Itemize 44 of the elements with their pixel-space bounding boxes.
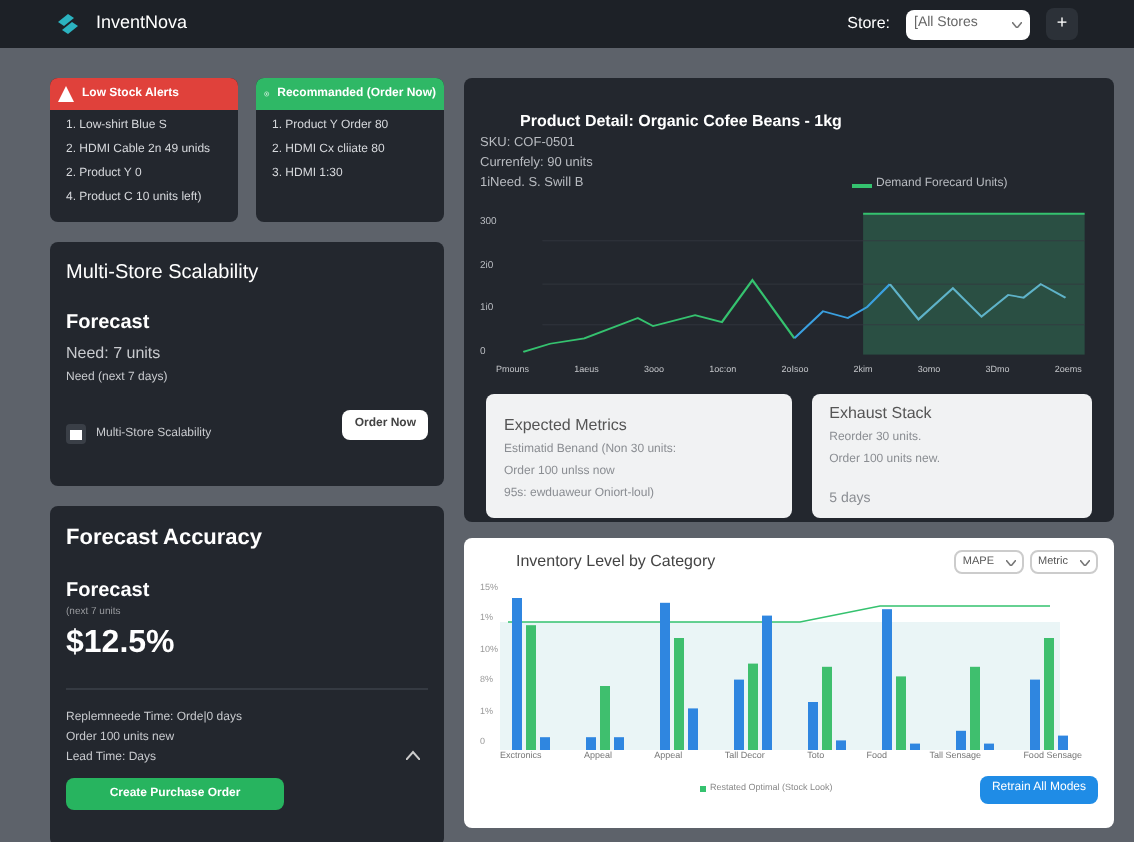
- card-title: Multi-Store Scalability: [66, 260, 261, 288]
- product-title: Product Detail: Organic Cofee Beans - 1kg: [520, 110, 844, 134]
- category-bar: [674, 638, 684, 750]
- inventory-title: Inventory Level by Category: [516, 550, 716, 574]
- warning-icon: [58, 86, 74, 102]
- check-circle-icon: [264, 86, 270, 102]
- category-bar: [1044, 638, 1054, 750]
- metric-title: Exhaust Stack: [829, 402, 934, 426]
- category-bar: [822, 666, 832, 750]
- store-label: Store:: [847, 12, 890, 36]
- card-subtitle: Forecast: [66, 310, 152, 338]
- card-title: Forecast Accuracy: [66, 524, 265, 554]
- category-bar: [984, 743, 994, 750]
- category-bar: [956, 730, 966, 750]
- accuracy-value: $12.5%: [66, 624, 177, 664]
- category-bar: [808, 702, 818, 750]
- chevron-down-icon: [1080, 559, 1090, 565]
- category-bar: [540, 737, 550, 750]
- logo-icon: [56, 12, 80, 36]
- category-bar: [688, 708, 698, 750]
- chevron-down-icon: [1012, 21, 1022, 27]
- brand-name: InventNova: [96, 10, 188, 37]
- category-bar: [882, 609, 892, 750]
- metric-title: Expected Metrics: [504, 414, 629, 438]
- store-icon: [66, 424, 86, 444]
- category-bar: [586, 737, 596, 750]
- category-bar: [526, 625, 536, 750]
- chevron-down-icon: [1006, 559, 1017, 565]
- category-bar: [734, 679, 744, 750]
- category-bar: [1058, 735, 1068, 750]
- category-bar: [836, 740, 846, 750]
- forecast-line: [793, 283, 891, 340]
- need-text: Need: 7 units: [66, 342, 163, 366]
- category-bar: [896, 676, 906, 750]
- category-bar: [748, 663, 758, 750]
- category-bar: [762, 615, 772, 750]
- category-bar: [600, 686, 610, 750]
- category-bar: [910, 743, 920, 750]
- chevron-up-icon[interactable]: [406, 750, 420, 760]
- category-bar: [614, 737, 624, 750]
- card-subtitle: Forecast: [66, 577, 152, 605]
- menu-button[interactable]: +: [1046, 8, 1078, 40]
- category-bar: [1030, 679, 1040, 750]
- category-bar: [970, 666, 980, 750]
